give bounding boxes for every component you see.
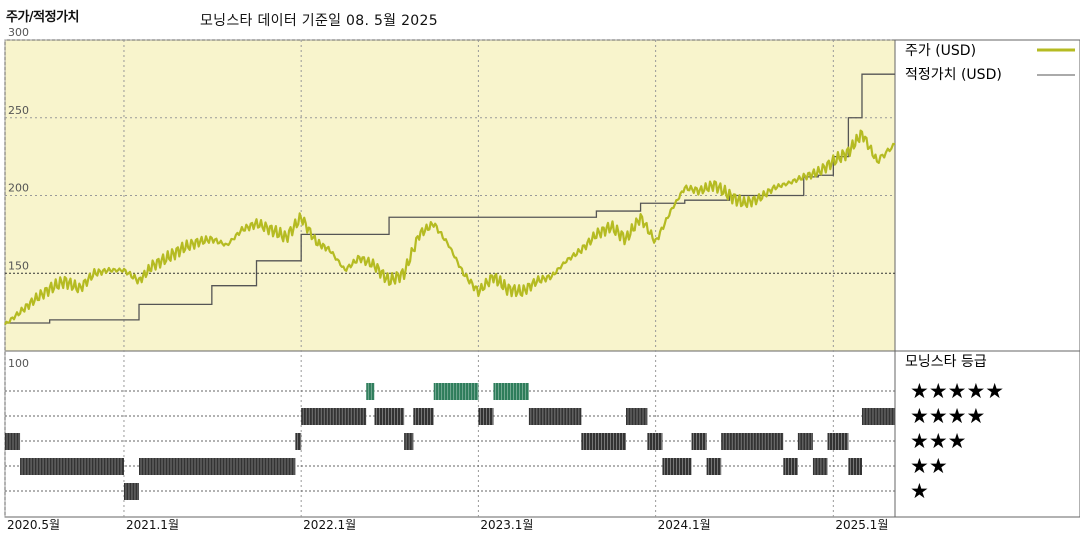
rating-bar xyxy=(783,458,798,475)
x-tick-label: 2024.1월 xyxy=(658,518,711,532)
rating-bar xyxy=(721,433,784,450)
y-tick-label: 150 xyxy=(8,259,29,272)
rating-bar-fill xyxy=(301,408,367,425)
rating-bar xyxy=(366,383,375,400)
legend-price-label: 주가 (USD) xyxy=(905,43,976,59)
rating-bar xyxy=(861,408,895,425)
rating-bar xyxy=(413,408,434,425)
x-tick-label: 2021.1월 xyxy=(126,518,179,532)
y-tick-label: 300 xyxy=(8,26,29,39)
legend-fair-label: 적정가치 (USD) xyxy=(905,67,1002,83)
rating-bar xyxy=(374,408,405,425)
rating-tick-label: 100 xyxy=(8,357,29,370)
legend-rating-title: 모닝스타 등급 xyxy=(905,354,987,370)
rating-bar-fill xyxy=(139,458,296,475)
rating-bar-fill xyxy=(827,433,849,450)
x-tick-label: 2022.1월 xyxy=(303,518,356,532)
rating-bar-fill xyxy=(20,458,124,475)
y-tick-label: 200 xyxy=(8,182,29,195)
chart-canvas: 150200250300 100 2020.5월 2021.1월 2022.1월 20… xyxy=(4,26,1080,532)
rating-bar-fill xyxy=(493,383,529,400)
rating-bar xyxy=(706,458,722,475)
rating-bar xyxy=(812,458,828,475)
x-tick-label: 2025.1월 xyxy=(835,518,888,532)
legend-stars-3: ★★★ xyxy=(910,429,966,453)
rating-bar xyxy=(827,433,849,450)
legend: 주가 (USD) 적정가치 (USD) 모닝스타 등급 ★★★★★ ★★★★ ★… xyxy=(905,43,1075,503)
rating-bar xyxy=(301,408,367,425)
rating-bar xyxy=(581,433,627,450)
rating-bar-fill xyxy=(662,458,692,475)
legend-stars-2: ★★ xyxy=(910,454,948,478)
rating-bar-fill xyxy=(366,383,375,400)
rating-bar xyxy=(626,408,648,425)
rating-bar xyxy=(5,433,21,450)
x-axis: 2020.5월 2021.1월 2022.1월 2023.1월 2024.1월 2025.… xyxy=(7,518,888,532)
legend-stars-5: ★★★★★ xyxy=(910,379,1004,403)
rating-bar-fill xyxy=(413,408,434,425)
rating-bar xyxy=(123,483,140,500)
x-tick-label: 2023.1월 xyxy=(480,518,533,532)
rating-bar-fill xyxy=(626,408,648,425)
rating-bar xyxy=(493,383,529,400)
legend-stars-4: ★★★★ xyxy=(910,404,985,428)
rating-bar xyxy=(797,433,813,450)
rating-bar xyxy=(528,408,582,425)
rating-bar xyxy=(647,433,663,450)
rating-bar xyxy=(20,458,124,475)
rating-bar xyxy=(691,433,707,450)
rating-bar xyxy=(433,383,479,400)
rating-bar xyxy=(295,433,302,450)
y-tick-label: 250 xyxy=(8,104,29,117)
rating-bar xyxy=(404,433,414,450)
rating-bar xyxy=(139,458,296,475)
rating-bar-fill xyxy=(374,408,405,425)
rating-axis: 100 xyxy=(8,357,29,370)
rating-bar xyxy=(478,408,494,425)
legend-stars-1: ★ xyxy=(910,479,929,503)
rating-bar xyxy=(848,458,862,475)
x-tick-label: 2020.5월 xyxy=(7,518,60,532)
rating-bar xyxy=(662,458,692,475)
